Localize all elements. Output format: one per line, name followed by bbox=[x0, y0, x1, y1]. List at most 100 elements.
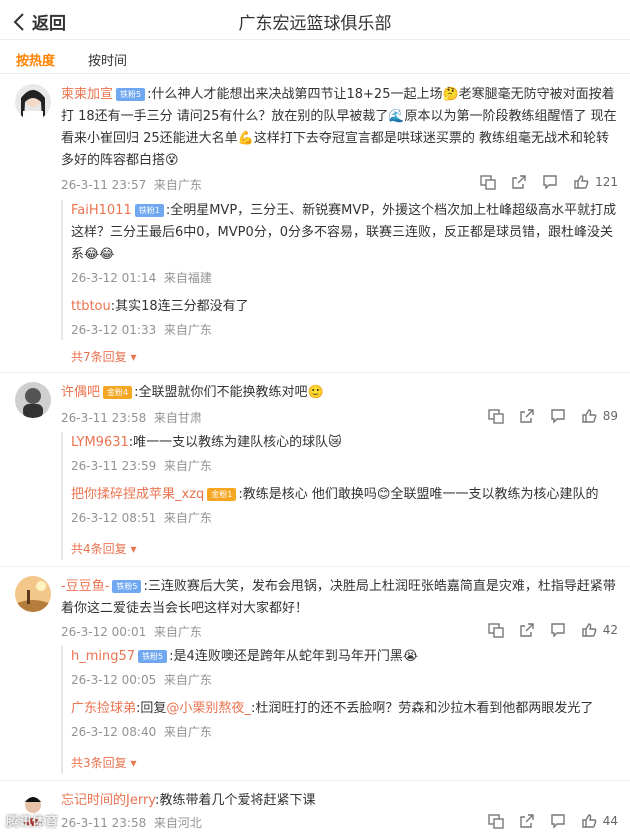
share-icon[interactable] bbox=[511, 174, 527, 190]
comment-meta: 26-3-11 23:58 来自甘肃 bbox=[61, 409, 202, 426]
comment-location: 来自广东 bbox=[153, 178, 202, 192]
comment-time: 26-3-11 23:57 bbox=[61, 178, 147, 192]
like-icon[interactable] bbox=[581, 622, 597, 638]
reply-meta: 26-3-12 08:51 来自广东 bbox=[71, 509, 621, 526]
divider bbox=[0, 780, 630, 781]
reply-author[interactable]: 把你揉碎捏成苹果_xzq bbox=[71, 487, 204, 502]
reply-author[interactable]: LYM9631 bbox=[71, 435, 129, 450]
reply-location: 来自广东 bbox=[163, 459, 212, 473]
comment-text: 全联盟就你们不能换教练对吧🙂 bbox=[138, 385, 324, 400]
avatar[interactable] bbox=[15, 382, 51, 418]
reply-list: LYM9631:唯一一支以教练为建队核心的球队😿 26-3-11 23:59 来… bbox=[61, 432, 621, 560]
reply-author[interactable]: 广东捡球弟 bbox=[71, 701, 136, 716]
sort-bar: 按热度 按时间 bbox=[0, 40, 630, 74]
avatar[interactable] bbox=[15, 84, 51, 120]
reply-icon[interactable] bbox=[542, 174, 558, 190]
reply-list: FaiH1011 铁粉1:全明星MVP，三分王、新锐赛MVP，外援这个档次加上杜峰… bbox=[61, 200, 621, 364]
share-icon[interactable] bbox=[519, 813, 535, 829]
comment-meta: 26-3-11 23:58 来自河北 bbox=[61, 814, 202, 831]
divider bbox=[0, 566, 630, 567]
reply-time: 26-3-12 01:33 bbox=[71, 323, 157, 337]
share-icon[interactable] bbox=[519, 408, 535, 424]
translate-icon[interactable] bbox=[488, 622, 504, 638]
reply-item: LYM9631:唯一一支以教练为建队核心的球队😿 26-3-11 23:59 来… bbox=[71, 432, 621, 474]
divider bbox=[0, 372, 630, 373]
reply-meta: 26-3-12 01:14 来自福建 bbox=[71, 269, 621, 286]
reply-time: 26-3-12 01:14 bbox=[71, 271, 157, 285]
reply-text: 是4连败噢还是跨年从蛇年到马年开门黑😭 bbox=[173, 649, 419, 664]
reply-author[interactable]: FaiH1011 bbox=[71, 203, 132, 218]
page-title: 广东宏远篮球俱乐部 bbox=[238, 14, 392, 34]
reply-location: 来自广东 bbox=[163, 725, 212, 739]
like-count: 42 bbox=[602, 623, 618, 637]
reply-time: 26-3-12 08:40 bbox=[71, 725, 157, 739]
comment-actions: 42 bbox=[488, 622, 618, 638]
fan-badge: 金粉4 bbox=[103, 386, 133, 399]
fan-badge: 铁粉1 bbox=[134, 204, 164, 217]
avatar[interactable] bbox=[15, 576, 51, 612]
translate-icon[interactable] bbox=[488, 813, 504, 829]
reply-item: 把你揉碎捏成苹果_xzq 金粉1:教练是核心 他们敢换吗😊全联盟唯一一支以教练为核… bbox=[71, 484, 621, 526]
more-replies-button[interactable]: 共7条回复 ▾ bbox=[71, 348, 136, 365]
like-count: 121 bbox=[595, 175, 618, 189]
reply-author[interactable]: ttbtou bbox=[71, 299, 111, 314]
reply-meta: 26-3-12 00:05 来自广东 bbox=[71, 671, 621, 688]
reply-location: 来自广东 bbox=[163, 511, 212, 525]
reply-icon[interactable] bbox=[550, 408, 566, 424]
watermark: 腾讯体育 bbox=[6, 815, 59, 830]
more-replies-label: 共7条回复 bbox=[71, 350, 127, 364]
comment-time: 26-3-11 23:58 bbox=[61, 411, 147, 425]
fan-badge: 金粉1 bbox=[207, 488, 237, 501]
translate-icon[interactable] bbox=[488, 408, 504, 424]
comment-location: 来自河北 bbox=[153, 816, 202, 830]
comment-author[interactable]: -豆豆鱼- bbox=[61, 579, 109, 594]
reply-icon[interactable] bbox=[550, 813, 566, 829]
reply-prefix: 回复 bbox=[140, 701, 167, 716]
mention-link[interactable]: @小栗别熬夜_ bbox=[166, 701, 251, 716]
like-icon[interactable] bbox=[581, 408, 597, 424]
top-bar: 返回 广东宏远篮球俱乐部 bbox=[0, 0, 630, 40]
reply-text: 唯一一支以教练为建队核心的球队😿 bbox=[133, 435, 342, 450]
more-replies-label: 共4条回复 bbox=[71, 542, 127, 556]
reply-location: 来自广东 bbox=[163, 323, 212, 337]
reply-author[interactable]: h_ming57 bbox=[71, 649, 135, 664]
like-icon[interactable] bbox=[573, 174, 589, 190]
reply-item: FaiH1011 铁粉1:全明星MVP，三分王、新锐赛MVP，外援这个档次加上杜峰… bbox=[71, 200, 621, 286]
like-count: 44 bbox=[602, 814, 618, 828]
comment-body: -豆豆鱼- 铁粉5:三连败赛后大笑，发布会甩锅，决胜局上杜润旺张皓嘉简直是灾难，杜… bbox=[61, 579, 616, 616]
comment-body: 许偶吧 金粉4:全联盟就你们不能换教练对吧🙂 bbox=[61, 385, 324, 400]
comment-body: 忘记时间的Jerry:教练带着几个爱将赶紧下课 bbox=[61, 793, 316, 808]
tab-by-time[interactable]: 按时间 bbox=[88, 50, 127, 69]
reply-time: 26-3-12 08:51 bbox=[71, 511, 157, 525]
comment-actions: 121 bbox=[480, 174, 618, 190]
comment-author[interactable]: 许偶吧 bbox=[61, 385, 100, 400]
reply-time: 26-3-12 00:05 bbox=[71, 673, 157, 687]
reply-item: ttbtou:其实18连三分都没有了 26-3-12 01:33 来自广东 bbox=[71, 296, 621, 338]
comment-time: 26-3-11 23:58 bbox=[61, 816, 147, 830]
more-replies-label: 共3条回复 bbox=[71, 756, 127, 770]
like-count: 89 bbox=[602, 409, 618, 423]
share-icon[interactable] bbox=[519, 622, 535, 638]
more-replies-button[interactable]: 共3条回复 ▾ bbox=[71, 754, 136, 771]
reply-location: 来自福建 bbox=[163, 271, 212, 285]
reply-item: 广东捡球弟:回复@小栗别熬夜_:杜润旺打的还不丢脸啊？劳森和沙拉木看到他都两眼发… bbox=[71, 698, 621, 740]
comment-meta: 26-3-12 00:01 来自广东 bbox=[61, 623, 202, 640]
reply-meta: 26-3-12 01:33 来自广东 bbox=[71, 321, 621, 338]
reply-text: 教练是核心 他们敢换吗😊全联盟唯一一支以教练为核心建队的 bbox=[242, 487, 599, 502]
comment-author[interactable]: 忘记时间的Jerry bbox=[61, 793, 155, 808]
reply-meta: 26-3-11 23:59 来自广东 bbox=[71, 457, 621, 474]
like-icon[interactable] bbox=[581, 813, 597, 829]
reply-list: h_ming57 铁粉5:是4连败噢还是跨年从蛇年到马年开门黑😭 26-3-12 … bbox=[61, 646, 621, 774]
reply-icon[interactable] bbox=[550, 622, 566, 638]
comment-text: 教练带着几个爱将赶紧下课 bbox=[159, 793, 316, 808]
reply-text: 杜润旺打的还不丢脸啊？劳森和沙拉木看到他都两眼发光了 bbox=[255, 701, 594, 716]
fan-badge: 铁粉5 bbox=[138, 650, 168, 663]
more-replies-button[interactable]: 共4条回复 ▾ bbox=[71, 540, 136, 557]
comment-author[interactable]: 柬柬加宣 bbox=[61, 87, 113, 102]
translate-icon[interactable] bbox=[480, 174, 496, 190]
reply-time: 26-3-11 23:59 bbox=[71, 459, 157, 473]
fan-badge: 铁粉5 bbox=[112, 580, 142, 593]
tab-by-hot[interactable]: 按热度 bbox=[16, 50, 55, 69]
reply-text: 其实18连三分都没有了 bbox=[115, 299, 249, 314]
comment-actions: 89 bbox=[488, 408, 618, 424]
